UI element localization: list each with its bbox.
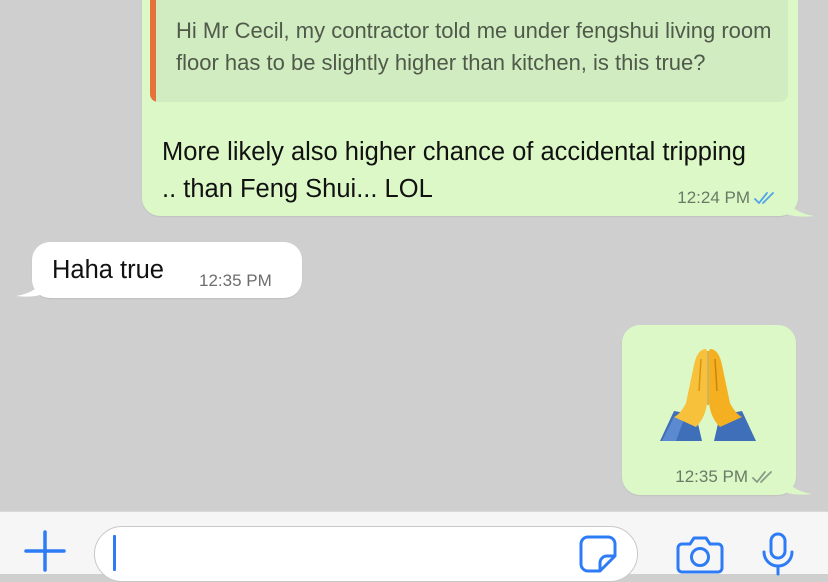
quoted-message-text: Hi Mr Cecil, my contractor told me under…	[176, 18, 772, 75]
quote-accent-bar	[150, 0, 156, 102]
message-time: 12:24 PM	[677, 188, 750, 207]
message-bubble-outgoing[interactable]: 12:35 PM	[622, 325, 796, 495]
message-meta: 12:35 PM	[199, 271, 272, 291]
message-input-bar	[0, 511, 828, 582]
message-meta: 12:24 PM	[677, 188, 778, 208]
sticker-icon[interactable]	[578, 534, 618, 574]
text-cursor	[113, 535, 116, 571]
folded-hands-icon	[660, 349, 756, 441]
bubble-tail	[16, 276, 44, 297]
message-meta: 12:35 PM	[675, 467, 776, 487]
message-time: 12:35 PM	[675, 467, 748, 486]
message-bubble-incoming[interactable]: Haha true 12:35 PM	[32, 242, 302, 298]
message-text: Haha true	[52, 256, 164, 284]
double-check-delivered-icon	[752, 471, 772, 483]
plus-icon[interactable]	[22, 528, 68, 574]
chat-area: Hi Mr Cecil, my contractor told me under…	[0, 0, 828, 511]
double-check-read-icon	[754, 192, 774, 204]
message-bubble-outgoing[interactable]: Hi Mr Cecil, my contractor told me under…	[142, 0, 798, 216]
bubble-tail	[786, 196, 814, 217]
microphone-icon[interactable]	[758, 532, 798, 576]
message-text: More likely also higher chance of accide…	[162, 138, 746, 203]
bubble-tail	[784, 474, 812, 495]
folded-hands-emoji	[656, 345, 760, 448]
camera-icon[interactable]	[676, 534, 724, 574]
quoted-message[interactable]: Hi Mr Cecil, my contractor told me under…	[150, 0, 788, 102]
message-input[interactable]	[121, 533, 565, 575]
message-input-field[interactable]	[94, 526, 638, 582]
message-time: 12:35 PM	[199, 271, 272, 290]
